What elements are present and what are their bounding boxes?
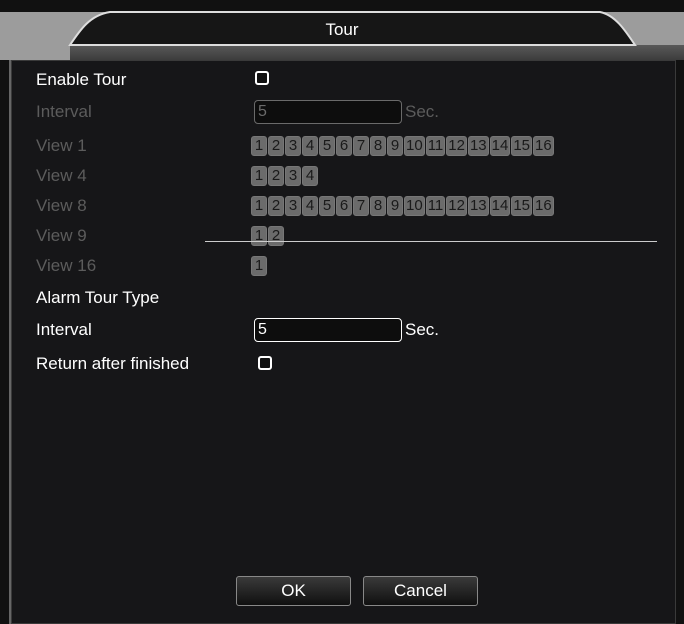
view-1-channels: 1 2 3 4 5 6 7 8 9 10 11 12 13 14 15 16 — [251, 136, 555, 156]
alarm-interval-unit: Sec. — [405, 320, 440, 339]
channel-button[interactable]: 2 — [268, 196, 284, 216]
channel-button[interactable]: 13 — [467, 136, 489, 156]
view-4-channels: 1234 — [251, 166, 319, 186]
channel-button[interactable]: 1 — [251, 166, 267, 186]
channel-button[interactable]: 1 — [251, 256, 267, 276]
view-9-channels: 12 — [251, 226, 285, 246]
channel-button[interactable]: 9 — [387, 196, 403, 216]
alarm-interval-input[interactable]: 5 — [254, 318, 402, 342]
alarm-interval-label: Interval — [36, 320, 92, 339]
channel-button[interactable]: 4 — [302, 166, 318, 186]
return-after-finished-label: Return after finished — [36, 354, 190, 373]
channel-button[interactable]: 15 — [511, 136, 533, 156]
channel-button[interactable]: 2 — [268, 166, 284, 186]
channel-button[interactable]: 1 — [251, 196, 267, 216]
channel-button[interactable]: 12 — [446, 136, 467, 156]
channel-button[interactable]: 12 — [446, 196, 467, 216]
view-1-label: View 1 — [36, 136, 87, 155]
channel-button[interactable]: 2 — [268, 136, 284, 156]
view-16-label: View 16 — [36, 256, 97, 275]
view-9-label: View 9 — [36, 226, 87, 245]
channel-button[interactable]: 11 — [425, 136, 446, 156]
channel-button[interactable]: 16 — [533, 196, 554, 216]
channel-button[interactable]: 4 — [302, 136, 318, 156]
title-bar: Tour — [0, 0, 684, 60]
channel-button[interactable]: 1 — [251, 226, 267, 246]
view-8-label: View 8 — [36, 196, 87, 215]
interval-label: Interval — [36, 102, 92, 121]
channel-button[interactable]: 3 — [285, 166, 301, 186]
alarm-tour-type-heading: Alarm Tour Type — [36, 288, 160, 307]
tour-dialog: Tour Enable Tour Interval 5 Sec. View 1 … — [0, 0, 684, 624]
channel-button[interactable]: 15 — [511, 196, 533, 216]
view-16-channels: 1 — [251, 256, 268, 276]
channel-button[interactable]: 6 — [336, 136, 352, 156]
cancel-button[interactable]: Cancel — [363, 576, 478, 606]
channel-button[interactable]: 3 — [285, 196, 301, 216]
enable-tour-label: Enable Tour — [36, 70, 127, 89]
channel-button[interactable]: 11 — [425, 196, 446, 216]
channel-button[interactable]: 14 — [489, 196, 511, 216]
tour-settings-panel: Enable Tour Interval 5 Sec. View 1 View … — [9, 60, 676, 624]
channel-button[interactable]: 16 — [533, 136, 554, 156]
channel-button[interactable]: 8 — [370, 196, 386, 216]
view-8-channels: 1 2 3 4 5 6 7 8 9 10 11 12 13 14 15 16 — [251, 196, 555, 216]
interval-unit: Sec. — [405, 102, 440, 121]
channel-button[interactable]: 2 — [268, 226, 284, 246]
return-after-finished-checkbox[interactable] — [258, 356, 272, 370]
section-divider — [205, 241, 657, 242]
channel-button[interactable]: 7 — [353, 196, 369, 216]
enable-tour-checkbox[interactable] — [255, 71, 269, 85]
channel-button[interactable]: 8 — [370, 136, 386, 156]
channel-button[interactable]: 6 — [336, 196, 352, 216]
channel-button[interactable]: 1 — [251, 136, 267, 156]
dialog-title: Tour — [325, 20, 359, 39]
interval-input[interactable]: 5 — [254, 100, 402, 124]
channel-button[interactable]: 10 — [404, 136, 425, 156]
channel-button[interactable]: 13 — [467, 196, 489, 216]
channel-button[interactable]: 5 — [319, 136, 335, 156]
channel-button[interactable]: 4 — [302, 196, 318, 216]
channel-button[interactable]: 9 — [387, 136, 403, 156]
view-4-label: View 4 — [36, 166, 87, 185]
channel-button[interactable]: 7 — [353, 136, 369, 156]
channel-button[interactable]: 3 — [285, 136, 301, 156]
channel-button[interactable]: 5 — [319, 196, 335, 216]
channel-button[interactable]: 14 — [489, 136, 511, 156]
channel-button[interactable]: 10 — [404, 196, 425, 216]
ok-button[interactable]: OK — [236, 576, 351, 606]
